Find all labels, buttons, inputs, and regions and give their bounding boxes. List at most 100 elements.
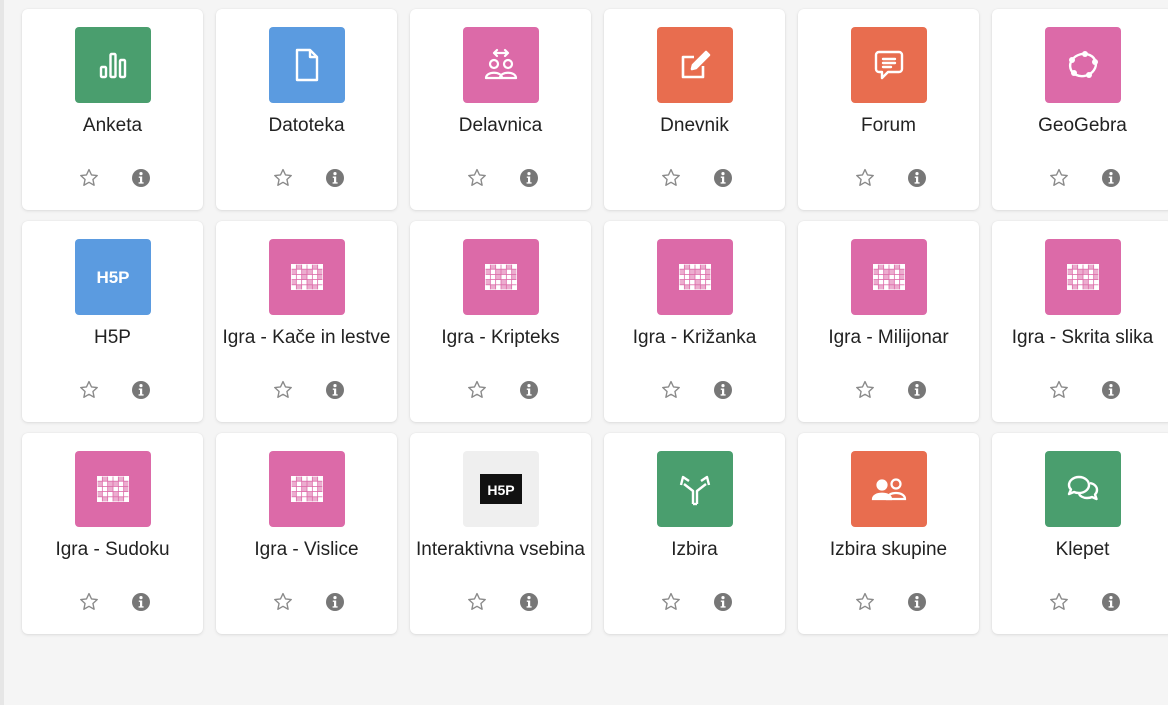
module-label: Igra - Sudoku xyxy=(55,539,170,560)
h5p-dark-icon: H5P xyxy=(480,474,522,504)
module-tile[interactable]: Igra - Sudoku xyxy=(22,433,203,634)
star-icon[interactable] xyxy=(853,590,877,614)
info-icon[interactable] xyxy=(129,166,153,190)
star-icon[interactable] xyxy=(465,166,489,190)
workshop-icon xyxy=(483,47,519,83)
module-actions xyxy=(465,166,541,190)
module-icon-box xyxy=(657,451,733,527)
game-grid-icon xyxy=(97,476,129,502)
star-icon[interactable] xyxy=(77,378,101,402)
module-actions xyxy=(1047,378,1123,402)
chat-bubble-icon xyxy=(872,48,906,82)
module-label: Delavnica xyxy=(458,115,543,136)
info-icon[interactable] xyxy=(129,378,153,402)
info-icon[interactable] xyxy=(1099,166,1123,190)
info-icon[interactable] xyxy=(1099,378,1123,402)
star-icon[interactable] xyxy=(465,590,489,614)
module-actions xyxy=(659,166,735,190)
module-tile[interactable]: Forum xyxy=(798,9,979,210)
game-grid-icon xyxy=(1067,264,1099,290)
info-icon[interactable] xyxy=(517,378,541,402)
module-tile[interactable]: Delavnica xyxy=(410,9,591,210)
module-icon-box xyxy=(851,27,927,103)
info-icon[interactable] xyxy=(517,166,541,190)
info-icon[interactable] xyxy=(129,590,153,614)
info-icon[interactable] xyxy=(323,166,347,190)
module-icon-box xyxy=(657,27,733,103)
chat-icon xyxy=(1065,472,1101,506)
game-grid-icon xyxy=(873,264,905,290)
star-icon[interactable] xyxy=(465,378,489,402)
game-grid-icon xyxy=(485,264,517,290)
module-label: Anketa xyxy=(82,115,143,136)
module-icon-box xyxy=(463,239,539,315)
module-tile[interactable]: Dnevnik xyxy=(604,9,785,210)
info-icon[interactable] xyxy=(905,590,929,614)
info-icon[interactable] xyxy=(1099,590,1123,614)
module-icon-box xyxy=(657,239,733,315)
module-actions xyxy=(271,590,347,614)
left-border xyxy=(0,0,4,705)
info-icon[interactable] xyxy=(711,166,735,190)
module-tile[interactable]: Igra - Vislice xyxy=(216,433,397,634)
module-label: Igra - Vislice xyxy=(254,539,359,560)
module-label: Igra - Kripteks xyxy=(441,327,560,348)
game-grid-icon xyxy=(679,264,711,290)
module-actions xyxy=(77,166,153,190)
module-label: GeoGebra xyxy=(1038,115,1127,136)
star-icon[interactable] xyxy=(659,590,683,614)
module-tile[interactable]: H5P H5P xyxy=(22,221,203,422)
star-icon[interactable] xyxy=(853,166,877,190)
edit-icon xyxy=(678,48,712,82)
star-icon[interactable] xyxy=(77,166,101,190)
info-icon[interactable] xyxy=(905,166,929,190)
module-tile[interactable]: GeoGebra xyxy=(992,9,1168,210)
star-icon[interactable] xyxy=(271,590,295,614)
module-tile[interactable]: Igra - Kače in lestve xyxy=(216,221,397,422)
module-actions xyxy=(1047,590,1123,614)
module-label: Igra - Kače in lestve xyxy=(222,327,391,348)
module-tile[interactable]: Igra - Skrita slika xyxy=(992,221,1168,422)
module-tile[interactable]: Igra - Kripteks xyxy=(410,221,591,422)
module-tile[interactable]: Igra - Križanka xyxy=(604,221,785,422)
star-icon[interactable] xyxy=(1047,378,1071,402)
star-icon[interactable] xyxy=(271,166,295,190)
module-label: Forum xyxy=(861,115,916,136)
info-icon[interactable] xyxy=(323,590,347,614)
module-tile[interactable]: H5P Interaktivna vsebina xyxy=(410,433,591,634)
star-icon[interactable] xyxy=(659,166,683,190)
star-icon[interactable] xyxy=(1047,590,1071,614)
info-icon[interactable] xyxy=(711,590,735,614)
module-tile[interactable]: Anketa xyxy=(22,9,203,210)
module-grid: Anketa Datoteka Delavnica Dnevnik Forum GeoGe… xyxy=(22,9,1168,634)
module-tile[interactable]: Izbira xyxy=(604,433,785,634)
star-icon[interactable] xyxy=(77,590,101,614)
module-label: Datoteka xyxy=(268,115,345,136)
module-icon-box xyxy=(1045,239,1121,315)
module-actions xyxy=(77,378,153,402)
info-icon[interactable] xyxy=(905,378,929,402)
star-icon[interactable] xyxy=(853,378,877,402)
info-icon[interactable] xyxy=(711,378,735,402)
module-tile[interactable]: Klepet xyxy=(992,433,1168,634)
module-label: Izbira skupine xyxy=(829,539,948,560)
module-label: Igra - Skrita slika xyxy=(1011,327,1154,348)
module-actions xyxy=(853,590,929,614)
module-icon-box xyxy=(851,451,927,527)
module-actions xyxy=(1047,166,1123,190)
module-tile[interactable]: Izbira skupine xyxy=(798,433,979,634)
module-icon-box xyxy=(269,239,345,315)
star-icon[interactable] xyxy=(1047,166,1071,190)
info-icon[interactable] xyxy=(517,590,541,614)
module-label: Interaktivna vsebina xyxy=(416,539,585,560)
module-tile[interactable]: Datoteka xyxy=(216,9,397,210)
module-tile[interactable]: Igra - Milijonar xyxy=(798,221,979,422)
info-icon[interactable] xyxy=(323,378,347,402)
module-icon-box xyxy=(75,451,151,527)
game-grid-icon xyxy=(291,476,323,502)
h5p-icon: H5P xyxy=(89,265,137,289)
signpost-icon xyxy=(678,471,712,507)
star-icon[interactable] xyxy=(271,378,295,402)
module-label: Igra - Milijonar xyxy=(828,327,949,348)
star-icon[interactable] xyxy=(659,378,683,402)
